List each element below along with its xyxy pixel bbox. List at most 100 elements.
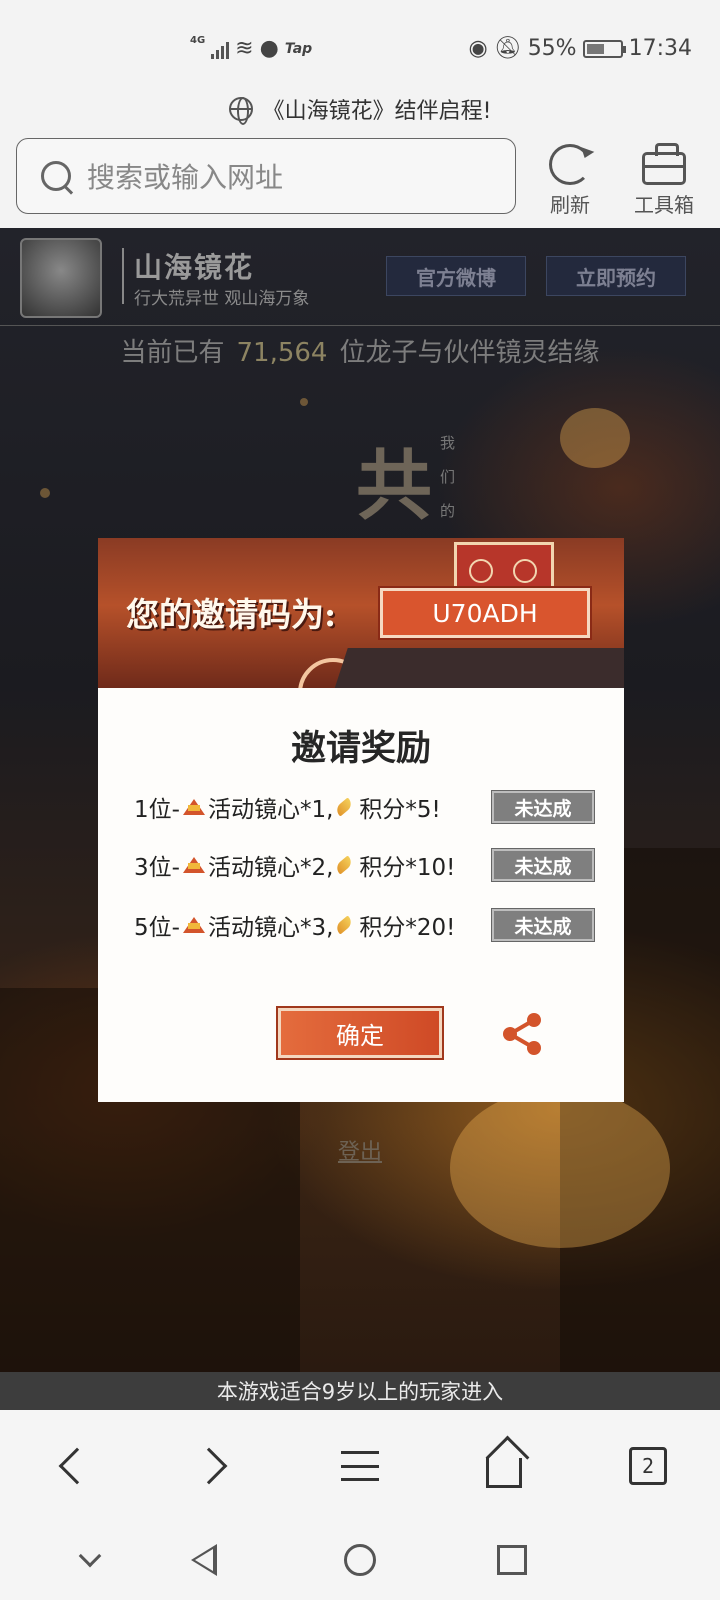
roof-decoration bbox=[328, 648, 624, 688]
reward-row: 3位- 活动镜心*2, 积分*10! 未达成 bbox=[134, 848, 594, 882]
vertical-char: 们 bbox=[440, 468, 456, 486]
reward-text: 1位- 活动镜心*1, 积分*5! bbox=[134, 790, 441, 824]
background-calligraphy: 共 bbox=[356, 441, 432, 530]
reward-status-badge: 未达成 bbox=[492, 849, 594, 881]
sign-emblem bbox=[469, 559, 493, 583]
search-icon bbox=[39, 159, 73, 193]
reward-rank: 1位- bbox=[134, 797, 180, 823]
forward-button[interactable] bbox=[184, 1438, 244, 1494]
lantern-glow bbox=[40, 488, 50, 498]
battery-percent: 55% bbox=[527, 36, 577, 61]
reward-points: 积分*5! bbox=[359, 797, 441, 823]
share-icon[interactable] bbox=[498, 1010, 546, 1058]
status-bar: 4G ≋ ● Tap ◉ 🔕︎ 55% 17:34 bbox=[0, 0, 720, 86]
game-logo-name: 山海镜花 bbox=[134, 251, 255, 284]
reward-mirror: 活动镜心*3, bbox=[207, 915, 334, 941]
invite-code-value[interactable]: U70ADH bbox=[380, 588, 590, 638]
system-nav-bar bbox=[0, 1520, 720, 1600]
reward-status-badge: 未达成 bbox=[492, 791, 594, 823]
sign-emblem bbox=[513, 559, 537, 583]
hide-nav-button[interactable] bbox=[68, 1538, 112, 1582]
feather-points-icon bbox=[334, 855, 355, 875]
menu-button[interactable] bbox=[330, 1438, 390, 1494]
chevron-left-icon bbox=[58, 1447, 96, 1485]
status-left-icons: 4G ≋ ● Tap bbox=[190, 35, 313, 61]
age-rating-banner: 本游戏适合9岁以上的玩家进入 bbox=[0, 1372, 720, 1410]
refresh-button[interactable]: 刷新 bbox=[524, 138, 616, 218]
vertical-char: 我 bbox=[440, 434, 456, 452]
reward-points: 积分*10! bbox=[359, 855, 456, 881]
counter-number: 71,564 bbox=[236, 338, 328, 368]
mute-bell-icon: 🔕︎ bbox=[493, 36, 522, 61]
modal-title: 邀请奖励 bbox=[290, 728, 431, 769]
battery-icon bbox=[582, 39, 626, 58]
tab-count: 2 bbox=[629, 1447, 667, 1485]
game-slogan: 行大荒异世 观山海万象 bbox=[134, 289, 310, 309]
logout-link[interactable]: 登出 bbox=[0, 1134, 720, 1166]
network-type: 4G bbox=[190, 35, 206, 46]
globe-icon bbox=[228, 97, 253, 125]
modal-header: 您的邀请码为: U70ADH bbox=[98, 538, 624, 688]
vertical-text: 我 们 的 bbox=[440, 426, 460, 528]
reward-mirror: 活动镜心*2, bbox=[207, 855, 334, 881]
reward-text: 3位- 活动镜心*2, 积分*10! bbox=[134, 848, 455, 882]
page-title: 《山海镜花》结伴启程! bbox=[262, 99, 492, 124]
mirror-heart-icon bbox=[182, 917, 205, 933]
signal-icon bbox=[211, 39, 230, 59]
system-home-button[interactable] bbox=[338, 1538, 382, 1582]
search-placeholder: 搜索或输入网址 bbox=[87, 161, 284, 194]
reward-row: 5位- 活动镜心*3, 积分*20! 未达成 bbox=[134, 908, 594, 942]
reward-rank: 3位- bbox=[134, 855, 180, 881]
page-title-bar: 《山海镜花》结伴启程! bbox=[0, 86, 720, 132]
reserve-now-button[interactable]: 立即预约 bbox=[546, 256, 686, 296]
game-header: 山海镜花 行大荒异世 观山海万象 官方微博 立即预约 bbox=[0, 228, 720, 326]
reward-row: 1位- 活动镜心*1, 积分*5! 未达成 bbox=[134, 790, 594, 824]
wifi-icon: ≋ bbox=[235, 36, 254, 61]
mirror-heart-icon bbox=[182, 857, 205, 873]
counter-prefix: 当前已有 bbox=[120, 338, 225, 368]
eye-icon: ◉ bbox=[468, 36, 488, 61]
toolbox-icon bbox=[642, 143, 686, 185]
status-right-icons: ◉ 🔕︎ 55% 17:34 bbox=[469, 36, 692, 61]
back-triangle-icon bbox=[191, 1544, 217, 1576]
reward-mirror: 活动镜心*1, bbox=[207, 797, 334, 823]
home-icon bbox=[486, 1458, 522, 1488]
invite-code-label: 您的邀请码为: bbox=[126, 595, 337, 634]
message-icon: ● bbox=[259, 36, 279, 61]
vertical-char: 的 bbox=[440, 502, 456, 520]
home-circle-icon bbox=[344, 1544, 376, 1576]
reward-status-badge: 未达成 bbox=[492, 909, 594, 941]
refresh-icon bbox=[549, 144, 591, 185]
menu-icon bbox=[341, 1451, 379, 1481]
back-button[interactable] bbox=[42, 1438, 102, 1494]
home-button[interactable] bbox=[474, 1438, 534, 1494]
search-input[interactable]: 搜索或输入网址 bbox=[16, 138, 516, 214]
browser-toolbar: 2 bbox=[0, 1410, 720, 1520]
clock: 17:34 bbox=[628, 36, 692, 61]
system-back-button[interactable] bbox=[182, 1538, 226, 1582]
modal-body: 邀请奖励 1位- 活动镜心*1, 积分*5! 未达成 3位- 活动镜心*2, 积… bbox=[98, 688, 624, 1102]
creature-glow bbox=[450, 1088, 670, 1248]
lantern-glow bbox=[560, 408, 630, 468]
lantern-glow bbox=[300, 398, 308, 406]
reward-rank: 5位- bbox=[134, 915, 180, 941]
tabs-button[interactable]: 2 bbox=[618, 1438, 678, 1494]
feather-points-icon bbox=[334, 797, 355, 817]
recents-square-icon bbox=[497, 1545, 527, 1575]
feather-points-icon bbox=[334, 915, 355, 935]
official-weibo-button[interactable]: 官方微博 bbox=[386, 256, 526, 296]
logo-divider bbox=[122, 248, 124, 304]
reward-text: 5位- 活动镜心*3, 积分*20! bbox=[134, 908, 455, 942]
chevron-down-icon bbox=[78, 1544, 102, 1568]
toolbox-label: 工具箱 bbox=[634, 193, 694, 217]
system-recents-button[interactable] bbox=[490, 1538, 534, 1582]
refresh-label: 刷新 bbox=[550, 193, 590, 217]
mirror-heart-icon bbox=[182, 799, 205, 815]
battery-fill bbox=[586, 43, 605, 54]
player-counter: 当前已有 71,564 位龙子与伙伴镜灵结缘 bbox=[0, 332, 720, 369]
tap-app-icon: Tap bbox=[284, 40, 313, 57]
toolbox-button[interactable]: 工具箱 bbox=[618, 138, 710, 218]
chevron-right-icon bbox=[190, 1447, 228, 1485]
confirm-button[interactable]: 确定 bbox=[278, 1008, 442, 1058]
address-row: 搜索或输入网址 刷新 工具箱 bbox=[0, 132, 720, 228]
